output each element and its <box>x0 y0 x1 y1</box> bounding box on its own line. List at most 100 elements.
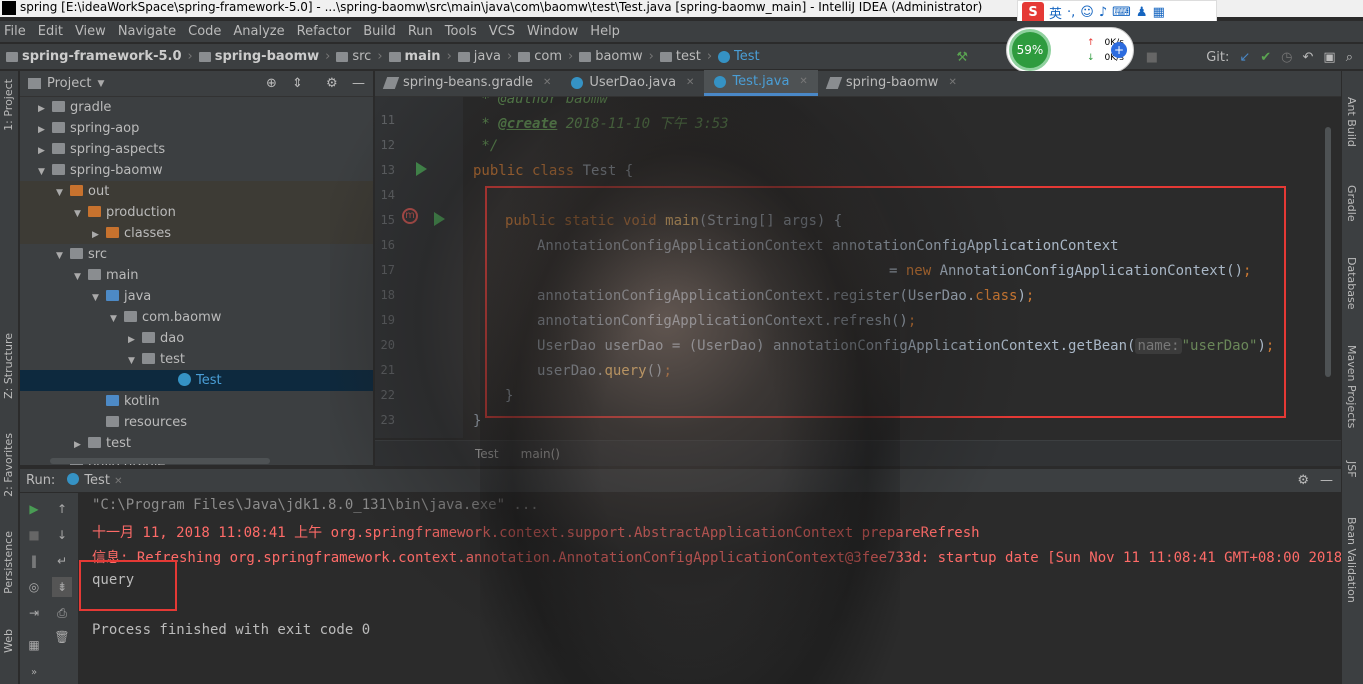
stop-icon[interactable]: ■ <box>1146 50 1158 65</box>
menu-view[interactable]: View <box>75 24 106 39</box>
tool-web[interactable]: Web <box>2 629 15 653</box>
scroll-to-end-icon[interactable]: ⇟ <box>52 577 72 597</box>
menu-tools[interactable]: Tools <box>445 24 477 39</box>
vcs-update-icon[interactable]: ↙ <box>1239 50 1250 65</box>
menu-run[interactable]: Run <box>408 24 433 39</box>
vcs-commit-icon[interactable]: ✔ <box>1260 50 1271 65</box>
ime-punct-icon[interactable]: ·, <box>1067 5 1075 20</box>
tree-item[interactable]: ▶ gradle <box>20 97 373 120</box>
ime-grid-icon[interactable]: ▦ <box>1153 5 1165 20</box>
network-monitor-widget[interactable]: 59% ↑0K/s ↓0K/s + <box>1006 27 1134 73</box>
tool-bean-validation[interactable]: Bean Validation <box>1345 517 1358 603</box>
hide-icon[interactable]: — <box>352 76 365 91</box>
rerun-icon[interactable]: ▶ <box>26 501 42 517</box>
gear-icon[interactable]: ⚙ <box>1297 473 1309 488</box>
breadcrumb-method[interactable]: main() <box>521 447 560 461</box>
tool-persistence[interactable]: Persistence <box>2 531 15 594</box>
tree-item[interactable]: ▶ dao <box>20 328 373 351</box>
crumb-java[interactable]: java › <box>457 49 518 64</box>
close-icon[interactable]: ✕ <box>114 476 122 487</box>
build-hammer-icon[interactable]: ⚒ <box>956 50 968 65</box>
editor-scrollbar[interactable] <box>1325 97 1333 438</box>
tool-project[interactable]: 1: Project <box>2 79 15 131</box>
breadcrumb-class[interactable]: Test <box>475 447 499 461</box>
menu-navigate[interactable]: Navigate <box>118 24 176 39</box>
ime-keyboard-icon[interactable]: ⌨ <box>1112 5 1131 20</box>
close-icon[interactable]: ✕ <box>948 70 956 96</box>
crumb-module[interactable]: spring-baomw › <box>198 49 337 64</box>
tool-favorites[interactable]: 2: Favorites <box>2 433 15 497</box>
collapse-icon[interactable]: ⇕ <box>292 76 303 91</box>
stop-icon[interactable]: ■ <box>26 527 42 543</box>
menu-code[interactable]: Code <box>188 24 221 39</box>
editor-tab[interactable]: UserDao.java ✕ <box>561 70 704 96</box>
tool-maven[interactable]: Maven Projects <box>1345 345 1358 428</box>
chevron-right-icon[interactable]: ▶ <box>74 435 84 456</box>
ime-skin-icon[interactable]: ♟ <box>1136 5 1148 20</box>
chevron-down-icon[interactable]: ▼ <box>92 288 102 309</box>
search-everywhere-icon[interactable]: ⌕ <box>1346 50 1353 65</box>
more-icon[interactable]: » <box>26 665 42 681</box>
run-main-icon[interactable] <box>434 212 445 226</box>
menu-edit[interactable]: Edit <box>38 24 63 39</box>
print-icon[interactable]: ⎙ <box>54 605 70 621</box>
menu-build[interactable]: Build <box>363 24 396 39</box>
ime-language-toggle[interactable]: 英 <box>1049 3 1062 22</box>
trash-icon[interactable]: 🗑 <box>54 629 70 645</box>
editor-tab[interactable]: spring-baomw ✕ <box>818 70 967 96</box>
menu-window[interactable]: Window <box>527 24 578 39</box>
menu-vcs[interactable]: VCS <box>489 24 515 39</box>
layout-icon[interactable]: ▦ <box>26 637 42 653</box>
project-structure-icon[interactable]: ▣ <box>1323 50 1335 65</box>
gear-icon[interactable]: ⚙ <box>326 76 338 91</box>
chevron-down-icon[interactable]: ▼ <box>110 309 120 330</box>
tree-item[interactable]: ▶ classes <box>20 223 373 246</box>
close-icon[interactable]: ✕ <box>799 69 807 95</box>
chevron-right-icon[interactable]: ▶ <box>38 120 48 141</box>
project-view-selector[interactable]: Project <box>47 76 91 91</box>
crumb-test[interactable]: test › <box>659 49 718 64</box>
crumb-src[interactable]: src › <box>336 49 388 64</box>
chevron-down-icon[interactable]: ▼ <box>128 351 138 372</box>
accelerate-icon[interactable]: + <box>1111 42 1127 58</box>
tool-ant-build[interactable]: Ant Build <box>1345 97 1358 147</box>
locate-icon[interactable]: ⊕ <box>266 76 277 91</box>
tool-gradle[interactable]: Gradle <box>1345 185 1358 222</box>
tool-jsf[interactable]: JSF <box>1345 461 1358 478</box>
close-icon[interactable]: ✕ <box>686 70 694 96</box>
scroll-up-icon[interactable]: ↑ <box>54 501 70 517</box>
chevron-right-icon[interactable]: ▶ <box>38 99 48 120</box>
tree-item[interactable]: ▼ src <box>20 244 373 267</box>
tree-item[interactable]: ▶ test <box>20 433 373 456</box>
tree-item[interactable]: ▼ production <box>20 202 373 225</box>
chevron-down-icon[interactable]: ▼ <box>97 79 104 89</box>
tree-item[interactable]: ▼ main <box>20 265 373 286</box>
editor-tab[interactable]: Test.java ✕ <box>704 69 818 96</box>
menu-refactor[interactable]: Refactor <box>297 24 352 39</box>
chevron-down-icon[interactable]: ▼ <box>56 246 66 267</box>
chevron-right-icon[interactable]: ▶ <box>92 225 102 246</box>
run-tab[interactable]: Test ✕ <box>67 473 122 488</box>
chevron-down-icon[interactable]: ▼ <box>74 204 84 225</box>
chevron-right-icon[interactable]: ▶ <box>128 330 138 351</box>
tree-item[interactable]: ▼ spring-baomw <box>20 160 373 183</box>
pause-icon[interactable]: ‖ <box>26 553 42 569</box>
crumb-project[interactable]: spring-framework-5.0 › <box>6 49 199 64</box>
chevron-down-icon[interactable]: ▼ <box>38 162 48 183</box>
console-output[interactable]: "C:\Program Files\Java\jdk1.8.0_131\bin\… <box>78 493 1341 684</box>
tree-item[interactable]: ▼ test <box>20 349 373 372</box>
tree-item[interactable]: resources <box>20 412 373 433</box>
editor-tab[interactable]: spring-beans.gradle ✕ <box>375 70 561 96</box>
soft-wrap-icon[interactable]: ↵ <box>54 553 70 569</box>
tree-item[interactable]: ▶ spring-aspects <box>20 139 373 160</box>
crumb-class[interactable]: Test <box>718 49 760 64</box>
tree-item[interactable]: kotlin <box>20 391 373 412</box>
run-class-icon[interactable] <box>416 162 427 176</box>
tool-database[interactable]: Database <box>1345 257 1358 310</box>
spring-bean-icon[interactable]: m <box>402 208 418 224</box>
crumb-com[interactable]: com › <box>518 49 579 64</box>
chevron-down-icon[interactable]: ▼ <box>56 183 66 204</box>
crumb-baomw[interactable]: baomw › <box>579 49 660 64</box>
menu-help[interactable]: Help <box>590 24 620 39</box>
dump-threads-icon[interactable]: ◎ <box>26 579 42 595</box>
